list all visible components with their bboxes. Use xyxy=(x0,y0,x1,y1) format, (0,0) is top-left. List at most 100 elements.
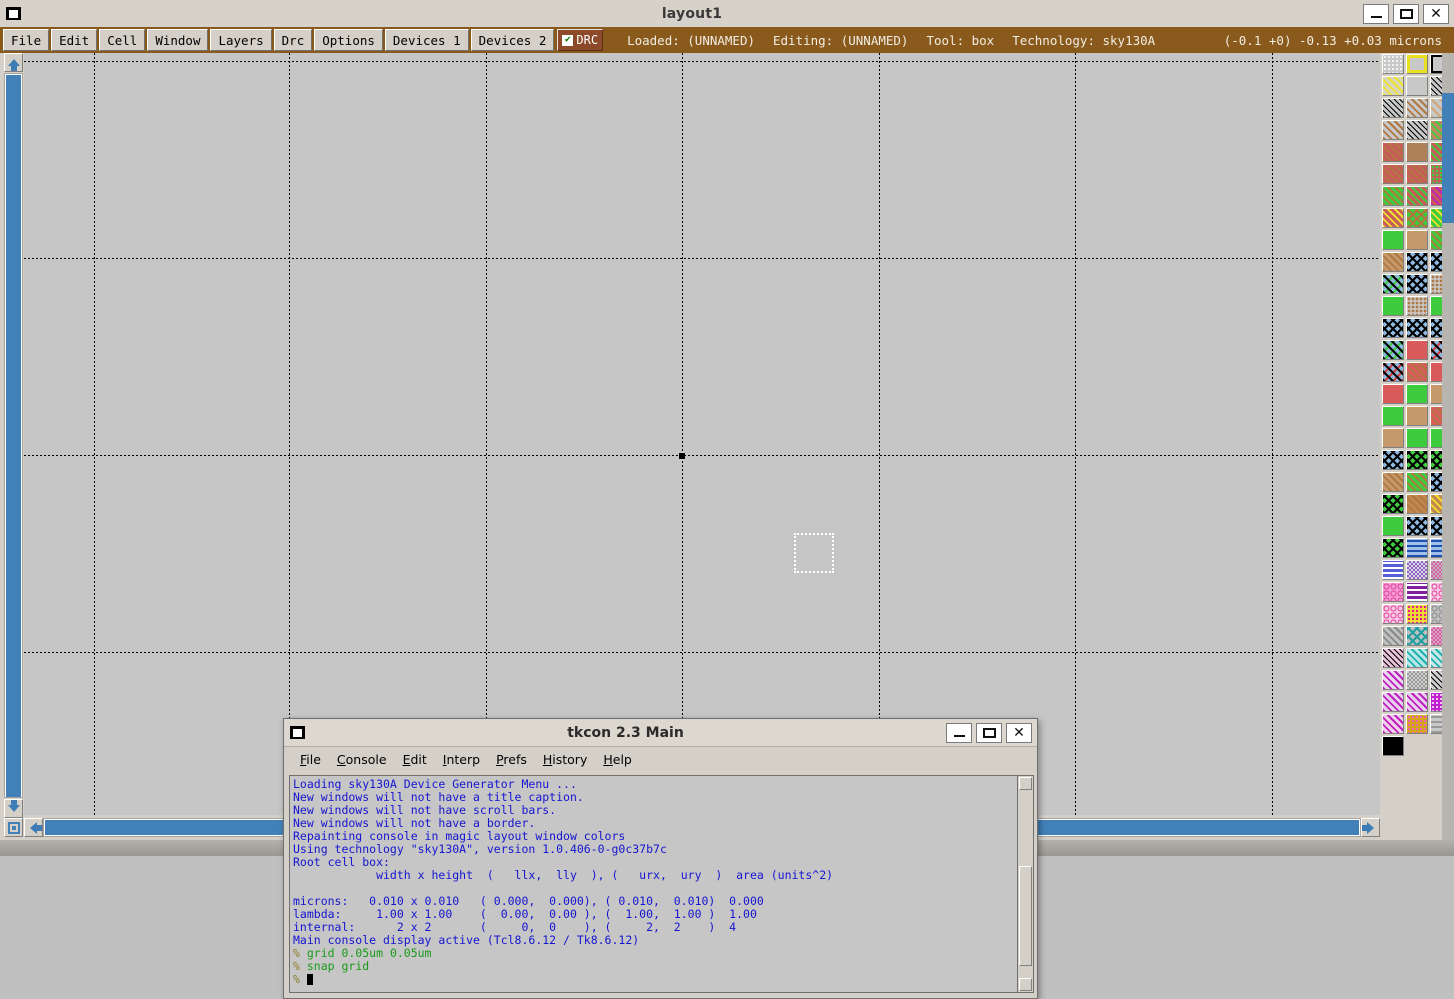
layer-swatch[interactable] xyxy=(1382,692,1404,712)
layer-swatch[interactable] xyxy=(1406,98,1428,118)
layer-swatch[interactable] xyxy=(1406,604,1428,624)
layer-swatch[interactable] xyxy=(1382,230,1404,250)
scroll-up-button[interactable] xyxy=(4,53,23,72)
palette-scrollbar[interactable] xyxy=(1442,53,1454,856)
layer-swatch[interactable] xyxy=(1406,516,1428,536)
box-cursor[interactable] xyxy=(794,533,834,573)
layer-swatch[interactable] xyxy=(1406,582,1428,602)
close-button[interactable]: ✕ xyxy=(1423,3,1449,24)
layer-swatch[interactable] xyxy=(1406,472,1428,492)
layer-swatch[interactable] xyxy=(1406,296,1428,316)
layer-swatch[interactable] xyxy=(1382,274,1404,294)
layer-swatch[interactable] xyxy=(1382,296,1404,316)
layer-swatch[interactable] xyxy=(1382,560,1404,580)
scroll-right-button[interactable] xyxy=(1361,818,1380,837)
layer-swatch[interactable] xyxy=(1406,362,1428,382)
tkcon-menu-console[interactable]: Console xyxy=(329,750,395,769)
layer-swatch[interactable] xyxy=(1406,692,1428,712)
zoom-fit-button[interactable] xyxy=(4,818,23,837)
layer-swatch[interactable] xyxy=(1406,538,1428,558)
tkcon-close-button[interactable]: ✕ xyxy=(1006,722,1032,743)
layer-swatch[interactable] xyxy=(1382,494,1404,514)
window-icon[interactable] xyxy=(6,7,21,20)
layer-swatch[interactable] xyxy=(1382,142,1404,162)
layer-swatch[interactable] xyxy=(1382,120,1404,140)
layer-swatch[interactable] xyxy=(1406,560,1428,580)
layer-swatch[interactable] xyxy=(1406,142,1428,162)
layer-swatch[interactable] xyxy=(1382,318,1404,338)
layer-swatch[interactable] xyxy=(1406,54,1428,74)
console-scroll-thumb[interactable] xyxy=(1019,866,1032,966)
layer-swatch[interactable] xyxy=(1406,252,1428,272)
layer-swatch[interactable] xyxy=(1406,384,1428,404)
layer-swatch[interactable] xyxy=(1382,736,1404,756)
scroll-left-button[interactable] xyxy=(24,818,43,837)
layer-swatch[interactable] xyxy=(1406,670,1428,690)
layer-swatch[interactable] xyxy=(1406,648,1428,668)
layer-swatch[interactable] xyxy=(1382,670,1404,690)
tkcon-minimize-button[interactable] xyxy=(946,722,972,743)
layer-swatch[interactable] xyxy=(1382,538,1404,558)
layer-swatch[interactable] xyxy=(1406,274,1428,294)
palette-scroll-thumb[interactable] xyxy=(1442,93,1454,223)
layer-swatch[interactable] xyxy=(1406,76,1428,96)
vertical-scroll-thumb[interactable] xyxy=(6,75,21,797)
layer-swatch[interactable] xyxy=(1382,362,1404,382)
layer-swatch[interactable] xyxy=(1406,230,1428,250)
minimize-button[interactable] xyxy=(1363,3,1389,24)
layer-swatch[interactable] xyxy=(1406,340,1428,360)
layer-swatch[interactable] xyxy=(1406,208,1428,228)
layer-swatch[interactable] xyxy=(1406,450,1428,470)
layer-swatch[interactable] xyxy=(1382,186,1404,206)
layer-swatch[interactable] xyxy=(1382,54,1404,74)
layer-swatch[interactable] xyxy=(1406,318,1428,338)
menu-devices-2[interactable]: Devices 2 xyxy=(470,29,555,51)
layer-swatch[interactable] xyxy=(1406,428,1428,448)
maximize-button[interactable] xyxy=(1393,3,1419,24)
menu-options[interactable]: Options xyxy=(314,29,383,51)
vertical-scroll-trough[interactable] xyxy=(4,73,23,798)
window-icon[interactable] xyxy=(290,726,305,739)
menu-layers[interactable]: Layers xyxy=(210,29,272,51)
layout-canvas[interactable] xyxy=(24,53,1380,815)
vertical-scrollbar[interactable] xyxy=(4,53,23,818)
layer-swatch[interactable] xyxy=(1382,76,1404,96)
console-scroll-down-button[interactable] xyxy=(1019,978,1032,991)
layer-swatch[interactable] xyxy=(1406,164,1428,184)
layer-swatch[interactable] xyxy=(1382,626,1404,646)
tkcon-menu-prefs[interactable]: Prefs xyxy=(488,750,535,769)
console-scroll-up-button[interactable] xyxy=(1019,777,1032,790)
layer-swatch[interactable] xyxy=(1382,164,1404,184)
layer-swatch[interactable] xyxy=(1406,626,1428,646)
tkcon-maximize-button[interactable] xyxy=(976,722,1002,743)
layer-swatch[interactable] xyxy=(1382,384,1404,404)
layer-swatch[interactable] xyxy=(1382,406,1404,426)
console-scrollbar[interactable] xyxy=(1017,775,1034,993)
drc-toggle-button[interactable]: ✔ DRC xyxy=(557,29,604,51)
layer-swatch[interactable] xyxy=(1382,582,1404,602)
menu-devices-1[interactable]: Devices 1 xyxy=(384,29,469,51)
layer-swatch[interactable] xyxy=(1406,406,1428,426)
layer-swatch[interactable] xyxy=(1382,604,1404,624)
console-output[interactable]: Loading sky130A Device Generator Menu ..… xyxy=(289,775,1017,993)
layer-swatch[interactable] xyxy=(1382,252,1404,272)
menu-drc[interactable]: Drc xyxy=(273,29,313,51)
layer-swatch[interactable] xyxy=(1382,714,1404,734)
layer-swatch[interactable] xyxy=(1406,494,1428,514)
layer-swatch[interactable] xyxy=(1382,516,1404,536)
layer-swatch[interactable] xyxy=(1406,714,1428,734)
tkcon-menu-edit[interactable]: Edit xyxy=(395,750,435,769)
tkcon-menu-help[interactable]: Help xyxy=(595,750,640,769)
menu-file[interactable]: File xyxy=(3,29,50,51)
menu-edit[interactable]: Edit xyxy=(51,29,98,51)
scroll-down-button[interactable] xyxy=(4,799,23,818)
layer-swatch[interactable] xyxy=(1382,428,1404,448)
layer-swatch[interactable] xyxy=(1382,472,1404,492)
layer-swatch[interactable] xyxy=(1382,208,1404,228)
layer-swatch[interactable] xyxy=(1406,120,1428,140)
layer-swatch[interactable] xyxy=(1382,648,1404,668)
layer-swatch[interactable] xyxy=(1382,98,1404,118)
layer-swatch[interactable] xyxy=(1382,450,1404,470)
tkcon-menu-interp[interactable]: Interp xyxy=(435,750,488,769)
menu-window[interactable]: Window xyxy=(147,29,209,51)
